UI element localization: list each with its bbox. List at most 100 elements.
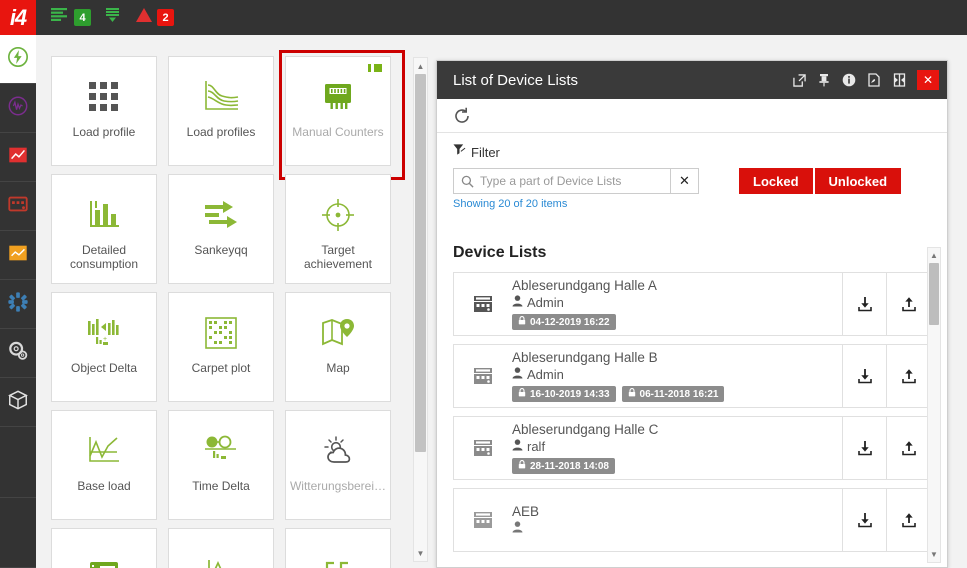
tile-label: Target achievement bbox=[288, 243, 388, 271]
pdf-icon[interactable] bbox=[864, 61, 884, 99]
tile-load-profile[interactable]: Load profile bbox=[51, 56, 157, 166]
tile-panel-scrollbar[interactable]: ▲ ▼ bbox=[413, 57, 428, 562]
row-user-name: Admin bbox=[527, 295, 564, 310]
row-body: Ableserundgang Halle C ralf bbox=[512, 417, 842, 479]
topbar-item-lists[interactable]: 4 bbox=[50, 7, 91, 28]
tile-label: Object Delta bbox=[54, 361, 154, 375]
scroll-up-arrow-icon[interactable]: ▲ bbox=[928, 249, 940, 262]
sidebar-item-red-chart[interactable] bbox=[0, 133, 36, 182]
locked-filter-button[interactable]: Locked bbox=[739, 168, 813, 194]
tile-label: Load profile bbox=[54, 125, 154, 139]
dialog-toolbar bbox=[437, 99, 947, 133]
topbar-status-items: 4 2 bbox=[50, 7, 174, 29]
user-icon bbox=[512, 521, 523, 536]
chip-text: 28-11-2018 14:08 bbox=[530, 461, 609, 472]
green-card-icon bbox=[87, 547, 121, 568]
popout-icon[interactable] bbox=[789, 61, 809, 99]
tile-partial-3[interactable] bbox=[285, 528, 391, 568]
sidebar-rail bbox=[0, 35, 36, 568]
download-icon[interactable] bbox=[842, 273, 886, 335]
upload-icon[interactable] bbox=[886, 417, 930, 479]
top-bar: i4 4 bbox=[0, 0, 967, 35]
tile-sankeyqq[interactable]: Sankeyqq bbox=[168, 174, 274, 284]
clear-search-button[interactable]: ✕ bbox=[671, 168, 699, 194]
scroll-down-arrow-icon[interactable]: ▼ bbox=[414, 546, 427, 560]
table-row[interactable]: AEB bbox=[453, 488, 931, 552]
tile-target-achievement[interactable]: Target achievement bbox=[285, 174, 391, 284]
close-icon[interactable]: ✕ bbox=[917, 70, 939, 90]
sidebar-item-red-meter[interactable] bbox=[0, 182, 36, 231]
scrollbar-thumb[interactable] bbox=[415, 74, 426, 452]
row-body: Ableserundgang Halle A Admin bbox=[512, 273, 842, 335]
orange-chart-icon bbox=[7, 242, 29, 269]
row-name: AEB bbox=[512, 504, 834, 519]
search-input[interactable] bbox=[480, 174, 670, 188]
app-logo[interactable]: i4 bbox=[0, 0, 36, 35]
refresh-icon[interactable] bbox=[453, 107, 471, 125]
download-icon[interactable] bbox=[842, 345, 886, 407]
showing-count-text[interactable]: Showing 20 of 20 items bbox=[453, 198, 931, 210]
row-chips: 16-10-2019 14:33 06-11-2018 16:21 bbox=[512, 386, 834, 402]
red-meter-icon bbox=[7, 193, 29, 220]
row-name: Ableserundgang Halle B bbox=[512, 350, 834, 365]
sidebar-item-energy[interactable] bbox=[0, 35, 36, 84]
device-lists-container: Ableserundgang Halle A Admin bbox=[453, 272, 931, 568]
settings-gears-icon bbox=[7, 340, 29, 367]
table-row[interactable]: Ableserundgang Halle B Admin bbox=[453, 344, 931, 408]
tile-manual-counters[interactable]: Manual Counters bbox=[285, 56, 391, 166]
topbar-item-server[interactable] bbox=[105, 7, 121, 29]
tile-carpet-plot[interactable]: Carpet plot bbox=[168, 292, 274, 402]
split-icon[interactable] bbox=[889, 61, 909, 99]
device-lists-section: Device Lists bbox=[437, 244, 947, 568]
tile-partial-1[interactable] bbox=[51, 528, 157, 568]
tile-partial-2[interactable] bbox=[168, 528, 274, 568]
table-row[interactable]: Ableserundgang Halle C ralf bbox=[453, 416, 931, 480]
sidebar-item-package[interactable] bbox=[0, 378, 36, 427]
download-icon[interactable] bbox=[842, 417, 886, 479]
device-list-icon bbox=[454, 345, 512, 407]
table-row[interactable]: Ableserundgang Halle A Admin bbox=[453, 272, 931, 336]
filter-area: Filter ✕ Locked Unlocked bbox=[437, 133, 947, 210]
device-lists-dialog: List of Device Lists bbox=[436, 60, 948, 568]
sidebar-filler-2 bbox=[0, 498, 36, 568]
sidebar-item-wave[interactable] bbox=[0, 84, 36, 133]
row-chips: 04-12-2019 16:22 bbox=[512, 314, 834, 330]
dialog-title: List of Device Lists bbox=[453, 72, 789, 89]
unlocked-filter-button[interactable]: Unlocked bbox=[815, 168, 902, 194]
map-pin-icon bbox=[321, 311, 355, 355]
dialog-header-actions: ✕ bbox=[789, 61, 947, 99]
tile-witterungsbereinigung[interactable]: Witterungsberei… bbox=[285, 410, 391, 520]
upload-icon[interactable] bbox=[886, 489, 930, 551]
tile-label: Map bbox=[288, 361, 388, 375]
status-badge: 04-12-2019 16:22 bbox=[512, 314, 616, 330]
sidebar-item-blue-gear[interactable] bbox=[0, 280, 36, 329]
row-user: Admin bbox=[512, 295, 834, 310]
meter-chip-icon bbox=[321, 75, 355, 119]
pin-icon[interactable] bbox=[814, 61, 834, 99]
lock-filter-group: Locked Unlocked bbox=[739, 168, 901, 194]
scrollbar-thumb[interactable] bbox=[929, 263, 939, 325]
user-icon bbox=[512, 295, 523, 310]
download-icon[interactable] bbox=[842, 489, 886, 551]
status-badge: 28-11-2018 14:08 bbox=[512, 458, 615, 474]
device-list-icon bbox=[454, 417, 512, 479]
tile-load-profiles[interactable]: Load profiles bbox=[168, 56, 274, 166]
sidebar-item-settings[interactable] bbox=[0, 329, 36, 378]
tile-object-delta[interactable]: + Object Delta bbox=[51, 292, 157, 402]
scroll-up-arrow-icon[interactable]: ▲ bbox=[414, 59, 427, 73]
topbar-item-alerts[interactable]: 2 bbox=[135, 7, 174, 28]
upload-icon[interactable] bbox=[886, 273, 930, 335]
tile-time-delta[interactable]: Time Delta bbox=[168, 410, 274, 520]
tile-map[interactable]: Map bbox=[285, 292, 391, 402]
upload-icon[interactable] bbox=[886, 345, 930, 407]
row-chips: 28-11-2018 14:08 bbox=[512, 458, 834, 474]
info-icon[interactable] bbox=[839, 61, 859, 99]
warning-triangle-icon bbox=[135, 7, 153, 28]
tile-base-load[interactable]: Base load bbox=[51, 410, 157, 520]
bar-chart-icon bbox=[87, 193, 121, 237]
device-lists-scrollbar[interactable]: ▲ ▼ bbox=[927, 247, 941, 563]
sidebar-item-orange-chart[interactable] bbox=[0, 231, 36, 280]
tile-detailed-consumption[interactable]: Detailed consumption bbox=[51, 174, 157, 284]
scroll-down-arrow-icon[interactable]: ▼ bbox=[928, 548, 940, 561]
chip-text: 16-10-2019 14:33 bbox=[530, 389, 610, 400]
